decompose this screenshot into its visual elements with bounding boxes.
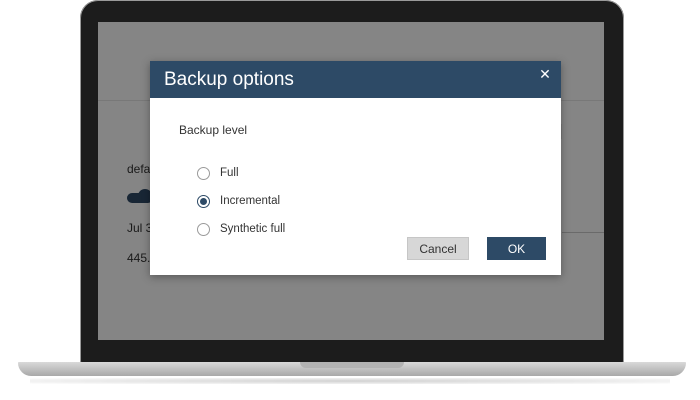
dialog-header: Backup options ✕ — [150, 61, 561, 98]
dialog-title: Backup options — [164, 69, 294, 90]
radio-option-full[interactable]: Full — [197, 164, 239, 182]
radio-label: Full — [220, 167, 239, 179]
radio-label: Incremental — [220, 195, 281, 207]
backup-level-label: Backup level — [179, 123, 248, 137]
cancel-button[interactable]: Cancel — [407, 237, 469, 260]
radio-button[interactable] — [197, 166, 210, 180]
radio-option-synthetic-full[interactable]: Synthetic full — [197, 220, 285, 238]
backup-options-dialog: Backup options ✕ Backup level Full Incre… — [150, 61, 561, 275]
laptop-screen: l defau Jul 31 445.1 Backup options ✕ Ba… — [98, 22, 604, 340]
radio-label: Synthetic full — [220, 223, 286, 235]
laptop-shadow — [30, 378, 670, 384]
radio-button[interactable] — [197, 222, 210, 236]
radio-selected-dot — [200, 197, 207, 205]
ok-button[interactable]: OK — [487, 237, 546, 260]
radio-option-incremental[interactable]: Incremental — [197, 192, 280, 210]
radio-button-selected[interactable] — [197, 194, 210, 208]
laptop-base-notch — [300, 362, 404, 368]
close-icon[interactable]: ✕ — [537, 66, 553, 82]
